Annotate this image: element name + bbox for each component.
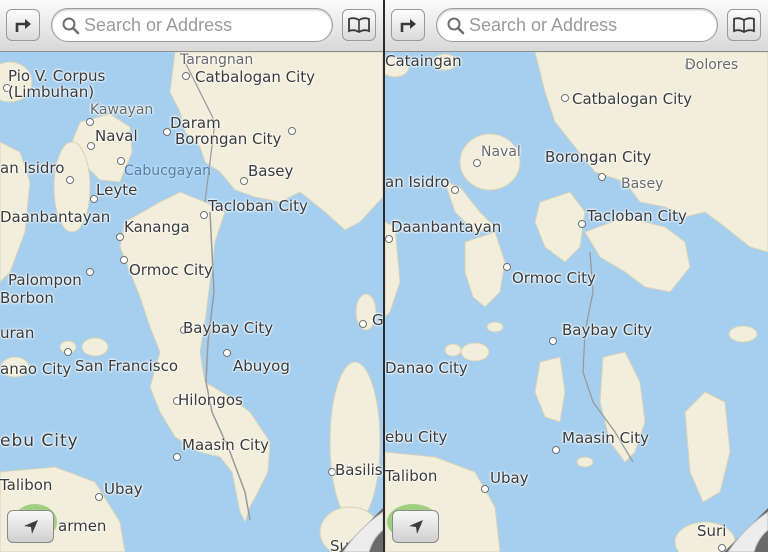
search-icon xyxy=(62,17,80,35)
map-label: ebu City xyxy=(385,428,448,446)
search-field[interactable] xyxy=(51,8,333,42)
city-dot xyxy=(86,268,94,276)
map-label: San Francisco xyxy=(75,357,179,375)
map-label: Borbon xyxy=(0,289,54,307)
current-location-button[interactable] xyxy=(392,510,439,543)
page-curl-icon[interactable] xyxy=(339,508,383,552)
map-label: Ormoc City xyxy=(129,261,213,279)
current-location-button[interactable] xyxy=(7,510,54,543)
bookmarks-button[interactable] xyxy=(342,9,376,41)
map-label: Naval xyxy=(481,144,521,160)
map-label: Catbalogan City xyxy=(572,90,692,108)
map-label: Kawayan xyxy=(90,102,154,118)
map-label: Borongan City xyxy=(545,148,652,166)
search-icon xyxy=(447,17,465,35)
bookmarks-book-icon xyxy=(733,17,755,33)
bookmarks-book-icon xyxy=(348,17,370,33)
map-label: uran xyxy=(0,324,35,342)
map-label: Tacloban City xyxy=(208,197,308,215)
map-label: Palompon xyxy=(8,271,82,289)
toolbar xyxy=(0,0,383,52)
city-dot xyxy=(549,337,557,345)
city-dot xyxy=(288,127,296,135)
city-dot xyxy=(578,220,586,228)
toolbar xyxy=(385,0,768,52)
city-dot xyxy=(86,118,94,126)
city-dot xyxy=(173,453,181,461)
map-label: Kananga xyxy=(124,218,190,236)
city-dot xyxy=(87,142,95,150)
city-dot xyxy=(95,493,103,501)
map-label: Tacloban City xyxy=(587,207,687,225)
city-dot xyxy=(64,348,72,356)
map-label: Cabucgayan xyxy=(124,163,212,179)
map-label: Ubay xyxy=(104,480,143,498)
directions-button[interactable] xyxy=(391,9,425,41)
city-dot xyxy=(66,176,74,184)
location-arrow-icon xyxy=(408,519,423,534)
map-label: Abuyog xyxy=(233,357,290,375)
search-field[interactable] xyxy=(436,8,718,42)
map-label: Suri xyxy=(697,522,727,540)
map-view[interactable]: Tarangnan Catbalogan City Pio V. Corpus … xyxy=(0,52,383,552)
map-label: Maasin City xyxy=(182,436,269,454)
city-dot xyxy=(451,186,459,194)
map-view[interactable]: Cataingan Dolores Catbalogan City Naval … xyxy=(385,52,768,552)
directions-arrow-icon xyxy=(15,19,31,32)
map-label: Daanbantayan xyxy=(391,218,502,236)
search-input[interactable] xyxy=(469,13,699,37)
city-dot xyxy=(481,485,489,493)
map-label: Ubay xyxy=(490,469,529,487)
directions-arrow-icon xyxy=(400,19,416,32)
city-dot xyxy=(182,72,190,80)
city-dot xyxy=(116,233,124,241)
map-label: Tarangnan xyxy=(180,52,254,68)
map-label: Talibon xyxy=(0,476,53,494)
map-land xyxy=(385,52,768,552)
city-dot xyxy=(120,256,128,264)
page-curl-icon[interactable] xyxy=(724,508,768,552)
map-label: Leyte xyxy=(96,181,138,199)
city-dot xyxy=(359,320,367,328)
map-label: Talibon xyxy=(385,467,438,485)
map-label: (Limbuhan) xyxy=(8,83,95,101)
map-pane-left: Tarangnan Catbalogan City Pio V. Corpus … xyxy=(0,0,383,552)
map-label: Naval xyxy=(95,127,138,145)
map-label: Daanbantayan xyxy=(0,208,111,226)
map-label: Hilongos xyxy=(178,391,243,409)
map-label: Catbalogan City xyxy=(195,68,315,86)
search-input[interactable] xyxy=(84,13,314,37)
city-dot xyxy=(240,177,248,185)
map-label: Basey xyxy=(621,176,664,192)
city-dot xyxy=(473,159,481,167)
city-dot xyxy=(598,173,606,181)
map-label: an Isidro xyxy=(385,173,450,191)
map-label: Basey xyxy=(248,162,294,180)
location-arrow-icon xyxy=(23,519,38,534)
city-dot xyxy=(385,235,393,243)
city-dot xyxy=(503,263,511,271)
map-label: Danao City xyxy=(385,359,468,377)
map-label: Borongan City xyxy=(175,130,282,148)
map-label: ebu City xyxy=(0,431,79,451)
map-label: Cataingan xyxy=(385,52,462,70)
city-dot xyxy=(561,94,569,102)
map-label: Baybay City xyxy=(562,321,653,339)
map-label: anao City xyxy=(0,360,72,378)
directions-button[interactable] xyxy=(6,9,40,41)
city-dot xyxy=(552,446,560,454)
map-label: an Isidro xyxy=(0,159,65,177)
map-label: armen xyxy=(58,517,107,535)
map-label: Baybay City xyxy=(183,319,274,337)
map-label: G xyxy=(372,311,383,329)
map-label: Ormoc City xyxy=(512,269,596,287)
city-dot xyxy=(223,349,231,357)
city-dot xyxy=(200,211,208,219)
map-label: Maasin City xyxy=(562,429,649,447)
bookmarks-button[interactable] xyxy=(727,9,761,41)
map-label: Dolores xyxy=(685,57,739,73)
map-pane-right: Cataingan Dolores Catbalogan City Naval … xyxy=(385,0,768,552)
map-label: Basilis xyxy=(335,461,383,479)
